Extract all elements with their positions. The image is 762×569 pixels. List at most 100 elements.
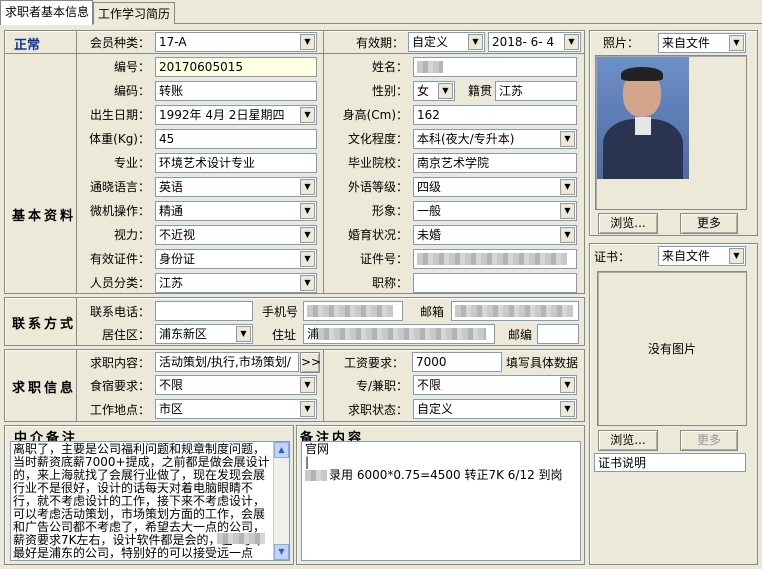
job-content-label: 求职内容： [89, 356, 150, 370]
board-select[interactable]: 不限 ▼ [155, 375, 317, 395]
scroll-down-icon[interactable]: ▼ [274, 544, 289, 560]
photo-more-button[interactable]: 更多 [680, 213, 738, 234]
certificate-description-field[interactable]: 证书说明 [594, 453, 746, 472]
memo-scrollbar[interactable]: ▲ ▼ [273, 442, 289, 560]
redacted-remark [305, 470, 327, 481]
chevron-down-icon: ▼ [300, 227, 315, 243]
major-field[interactable]: 环境艺术设计专业 [155, 153, 317, 173]
job-content-field[interactable]: 活动策划/执行,市场策划/ [155, 352, 299, 372]
photo-label: 照片： [603, 36, 640, 50]
weight-field[interactable]: 45 [155, 129, 317, 149]
address-field[interactable]: 浦 [303, 324, 495, 344]
id-type-label: 有效证件： [89, 252, 150, 266]
email-field[interactable] [451, 301, 579, 321]
chevron-down-icon: ▼ [236, 326, 251, 342]
certificate-more-button[interactable]: 更多 [680, 430, 738, 451]
school-field[interactable]: 南京艺术学院 [413, 153, 577, 173]
id-number-field[interactable] [413, 249, 577, 269]
section-basic: 基本资料 [12, 209, 77, 224]
remarks-textarea[interactable]: 官网 | 录用 6000*0.75=4500 转正7K 6/12 到岗 [301, 441, 581, 561]
zip-label: 邮编 [507, 328, 532, 342]
chevron-down-icon: ▼ [300, 179, 315, 195]
chevron-down-icon: ▼ [560, 401, 575, 417]
chevron-down-icon: ▼ [468, 34, 483, 50]
tab-resume[interactable]: 工作学习简历 [93, 2, 175, 24]
redacted-mobile [307, 305, 393, 317]
chevron-down-icon: ▼ [560, 227, 575, 243]
phone-label: 联系电话： [89, 305, 150, 319]
job-status-label: 求职状态： [347, 403, 408, 417]
job-status-select[interactable]: 自定义 ▼ [413, 399, 577, 419]
tab-bar: 求职者基本信息 工作学习简历 [0, 0, 762, 25]
category-select[interactable]: 江苏 ▼ [155, 273, 317, 293]
language-label: 通晓语言： [89, 180, 150, 194]
agency-memo-textarea[interactable]: 离职了，主要是公司福利问题和规章制度问题，当时薪资底薪7000+提成，之前都是做… [10, 441, 290, 561]
appearance-select[interactable]: 一般 ▼ [413, 201, 577, 221]
chevron-down-icon: ▼ [300, 377, 315, 393]
chevron-down-icon: ▼ [729, 35, 744, 51]
photo-browse-button[interactable]: 浏览... [598, 213, 658, 234]
native-field[interactable]: 江苏 [495, 81, 577, 101]
status-label: 正常 [14, 38, 41, 53]
phone-field[interactable] [155, 301, 253, 321]
redacted-id-number [417, 253, 567, 265]
parttime-label: 专/兼职： [355, 379, 408, 393]
height-field[interactable]: 162 [413, 105, 577, 125]
certificate-source-select[interactable]: 来自文件 ▼ [658, 246, 746, 266]
gender-label: 性别： [371, 84, 408, 98]
location-label: 工作地点： [89, 403, 150, 417]
validity-date-picker[interactable]: 2018- 6- 4 ▼ [488, 32, 581, 52]
vision-label: 视力： [113, 228, 150, 242]
no-image-text: 没有图片 [647, 342, 696, 356]
name-label: 姓名： [371, 60, 408, 74]
language-select[interactable]: 英语 ▼ [155, 177, 317, 197]
computer-label: 微机操作： [89, 204, 150, 218]
education-select[interactable]: 本科(夜大/专升本) ▼ [413, 129, 577, 149]
name-field[interactable] [413, 57, 577, 77]
school-label: 毕业院校： [347, 156, 408, 170]
education-label: 文化程度： [347, 132, 408, 146]
redacted-name [417, 61, 443, 73]
weight-label: 体重(Kg)： [89, 132, 150, 146]
marital-select[interactable]: 未婚 ▼ [413, 225, 577, 245]
chevron-down-icon: ▼ [300, 203, 315, 219]
member-type-select[interactable]: 17-A ▼ [155, 32, 317, 52]
birth-date-picker[interactable]: 1992年 4月 2日星期四 ▼ [155, 105, 317, 125]
scroll-up-icon[interactable]: ▲ [274, 442, 289, 458]
number-label: 编号： [113, 60, 150, 74]
district-label: 居住区： [101, 328, 150, 342]
title-field[interactable] [413, 273, 577, 293]
validity-mode-select[interactable]: 自定义 ▼ [408, 32, 485, 52]
mobile-field[interactable] [303, 301, 403, 321]
id-type-select[interactable]: 身份证 ▼ [155, 249, 317, 269]
certificate-browse-button[interactable]: 浏览... [598, 430, 658, 451]
photo-source-select[interactable]: 来自文件 ▼ [658, 33, 746, 53]
redacted-address [318, 328, 486, 340]
foreign-level-select[interactable]: 四级 ▼ [413, 177, 577, 197]
computer-select[interactable]: 精通 ▼ [155, 201, 317, 221]
code-label: 编码： [113, 84, 150, 98]
chevron-down-icon: ▼ [300, 251, 315, 267]
applicant-photo [597, 57, 689, 179]
mobile-label: 手机号 [261, 305, 298, 319]
photo-area [595, 55, 747, 210]
native-label: 籍贯 [467, 84, 492, 98]
code-field[interactable]: 转账 [155, 81, 317, 101]
id-number-label: 证件号： [359, 252, 408, 266]
chevron-down-icon: ▼ [438, 83, 453, 99]
number-field[interactable]: 20170605015 [155, 57, 317, 77]
address-label: 住址 [271, 328, 296, 342]
salary-label: 工资要求： [343, 356, 404, 370]
job-content-more-button[interactable]: >> [300, 352, 321, 373]
height-label: 身高(Cm)： [342, 108, 408, 122]
district-select[interactable]: 浦东新区 ▼ [155, 324, 253, 344]
location-select[interactable]: 市区 ▼ [155, 399, 317, 419]
salary-field[interactable]: 7000 [412, 352, 502, 372]
vision-select[interactable]: 不近视 ▼ [155, 225, 317, 245]
salary-hint: 填写具体数据 [506, 356, 579, 370]
gender-select[interactable]: 女 ▼ [413, 81, 455, 101]
tab-basic-info[interactable]: 求职者基本信息 [0, 0, 93, 25]
parttime-select[interactable]: 不限 ▼ [413, 375, 577, 395]
zip-field[interactable] [537, 324, 579, 344]
board-label: 食宿要求： [89, 379, 150, 393]
